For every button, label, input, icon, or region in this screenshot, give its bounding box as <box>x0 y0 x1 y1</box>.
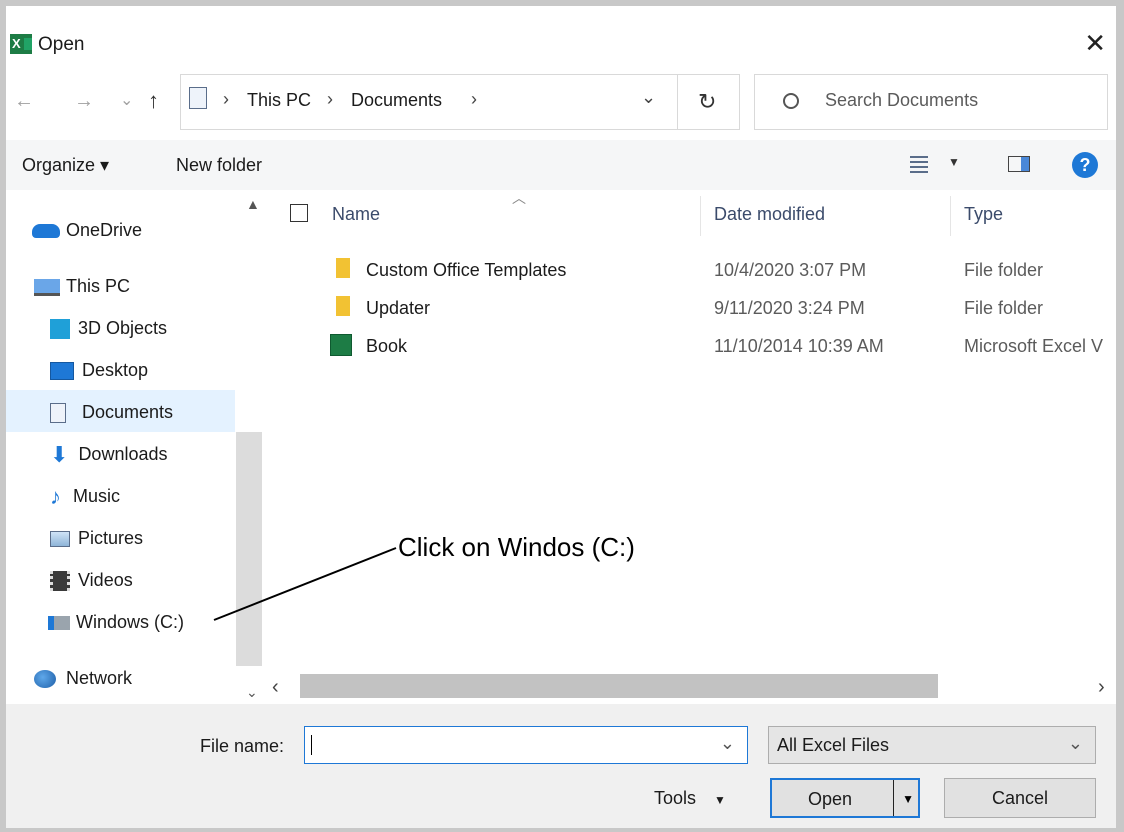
annotation-leader-line <box>213 547 397 621</box>
annotation-text: Click on Windos (C:) <box>398 532 635 562</box>
